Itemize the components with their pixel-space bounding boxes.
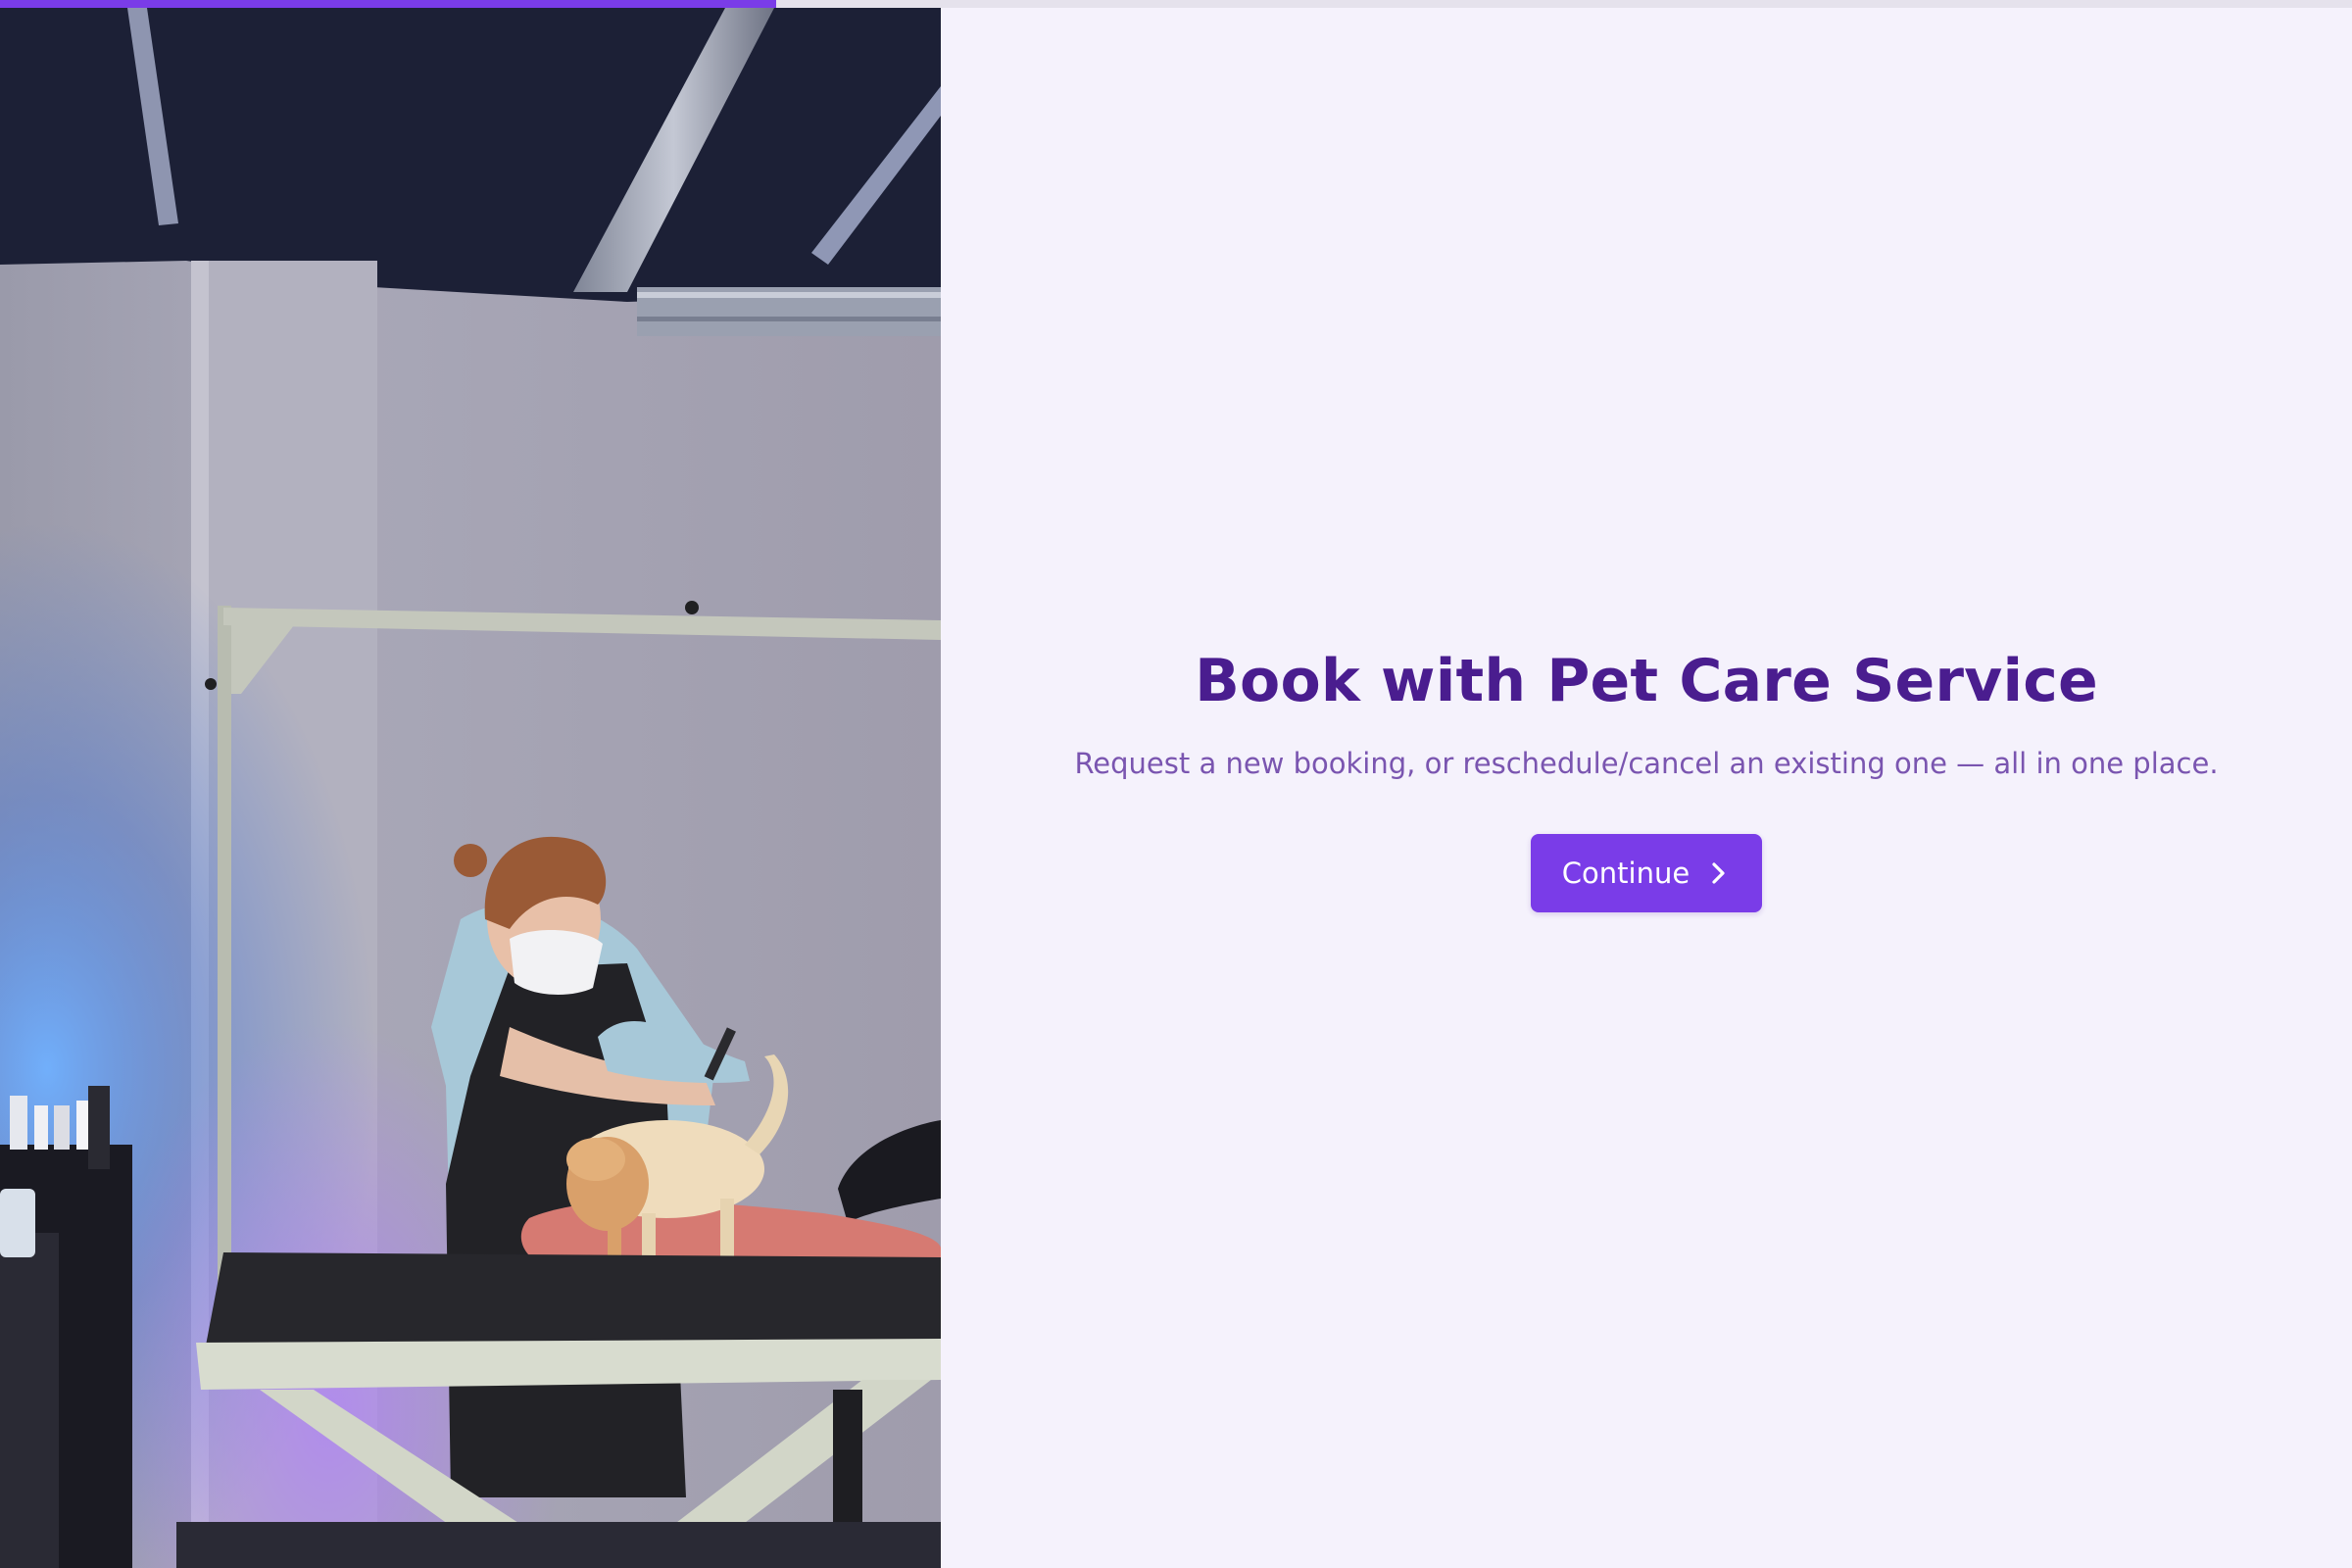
continue-button[interactable]: Continue xyxy=(1530,833,1763,912)
hero-image xyxy=(0,8,941,1568)
progress-bar-fill xyxy=(0,0,776,8)
main-panel: Book with Pet Care Service Request a new… xyxy=(941,0,2352,1568)
continue-button-label: Continue xyxy=(1561,856,1690,890)
page-subtitle: Request a new booking, or reschedule/can… xyxy=(1074,747,2219,781)
progress-bar xyxy=(0,0,2352,8)
page-title: Book with Pet Care Service xyxy=(1195,647,2098,716)
chevron-right-icon xyxy=(1707,859,1729,887)
